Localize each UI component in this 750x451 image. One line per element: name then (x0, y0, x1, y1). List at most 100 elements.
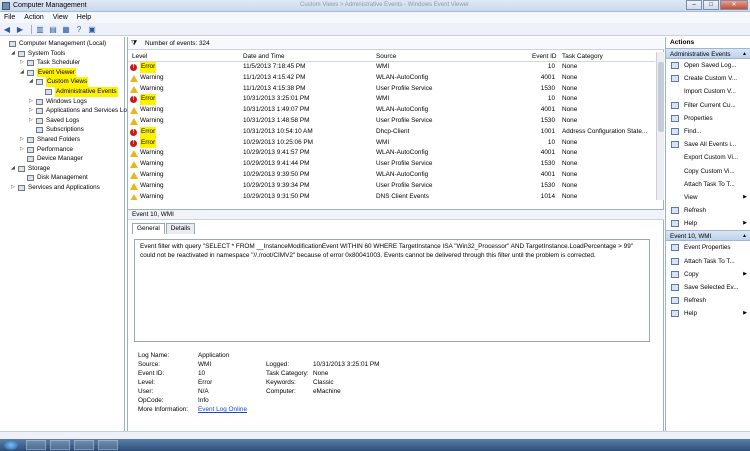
action-item[interactable]: Help ▶ (666, 217, 750, 230)
event-row[interactable]: Warning 10/29/2013 9:41:44 PM User Profile… (128, 159, 655, 170)
action-item[interactable]: Help ▶ (666, 307, 750, 320)
menu-file[interactable]: File (4, 12, 15, 23)
expand-arrow-icon[interactable]: ▷ (29, 106, 33, 116)
event-row[interactable]: Warning 11/1/2013 4:15:42 PM WLAN-AutoConf… (128, 73, 655, 84)
tree-node[interactable]: ◢ System Tools (0, 49, 124, 59)
expand-arrow-icon[interactable]: ▷ (20, 145, 24, 155)
action-pane-icon[interactable]: ▣ (87, 24, 97, 34)
forward-icon[interactable]: ▶ (15, 24, 25, 34)
action-item[interactable]: Refresh (666, 204, 750, 217)
action-item[interactable]: Open Saved Log... (666, 59, 750, 72)
action-item[interactable]: Event Properties (666, 241, 750, 254)
expand-arrow-icon[interactable]: ▷ (20, 135, 24, 145)
action-item[interactable]: Import Custom V... (666, 85, 750, 98)
tree-node[interactable]: ▷ Performance (0, 145, 124, 155)
show-hide-tree-icon[interactable]: ▤ (48, 24, 58, 34)
action-item[interactable]: View ▶ (666, 191, 750, 204)
action-item[interactable]: Create Custom V... (666, 72, 750, 85)
event-row[interactable]: Warning 10/31/2013 1:48:58 PM User Profile… (128, 116, 655, 127)
actions-section-event[interactable]: Event 10, WMI ▲ (666, 230, 750, 242)
maximize-button[interactable]: □ (703, 0, 719, 10)
help-icon[interactable]: ? (74, 24, 84, 34)
action-item[interactable]: Copy Custom Vi... (666, 165, 750, 178)
start-button[interactable] (4, 440, 18, 450)
event-row[interactable]: ! Error 11/5/2013 7:18:45 PM WMI 10 None (128, 62, 655, 73)
action-item[interactable]: Refresh (666, 294, 750, 307)
taskbar-item[interactable] (50, 440, 70, 450)
back-icon[interactable]: ◀ (2, 24, 12, 34)
action-item[interactable]: Properties (666, 112, 750, 125)
tree-node[interactable]: ▷ Applications and Services Logs (0, 106, 134, 116)
action-item[interactable]: Find... (666, 125, 750, 138)
action-item[interactable]: Export Custom Vi... (666, 151, 750, 164)
event-row[interactable]: Warning 10/31/2013 1:49:07 PM WLAN-AutoCon… (128, 105, 655, 116)
col-level[interactable]: Level (132, 53, 147, 60)
menu-view[interactable]: View (53, 12, 68, 23)
taskbar-item[interactable] (26, 440, 46, 450)
expand-arrow-icon[interactable]: ◢ (11, 164, 15, 174)
taskbar-item[interactable] (74, 440, 94, 450)
action-item[interactable]: Save Selected Ev... (666, 281, 750, 294)
up-icon[interactable]: ▥ (35, 24, 45, 34)
event-row[interactable]: Warning 10/29/2013 9:39:50 PM WLAN-AutoCon… (128, 170, 655, 181)
action-item[interactable]: Copy ▶ (666, 268, 750, 281)
warning-icon (130, 74, 138, 82)
scrollbar-thumb[interactable] (658, 62, 664, 132)
event-row[interactable]: Warning 11/1/2013 4:15:38 PM User Profile … (128, 84, 655, 95)
col-source[interactable]: Source (376, 53, 396, 60)
window-title: Computer Management (13, 2, 87, 9)
expand-arrow-icon[interactable]: ◢ (20, 68, 24, 78)
tree-node[interactable]: ▷ Shared Folders (0, 135, 124, 145)
action-item[interactable]: Attach Task To T... (666, 178, 750, 191)
tree-node[interactable]: ▷ Services and Applications (0, 183, 124, 193)
event-row[interactable]: ! Error 10/31/2013 3:25:01 PM WMI 10 None (128, 94, 655, 106)
tree-node[interactable]: ◢ Storage (0, 164, 124, 174)
minimize-button[interactable]: – (686, 0, 702, 10)
tab-general[interactable]: General (132, 223, 165, 234)
col-date[interactable]: Date and Time (243, 53, 285, 60)
event-row[interactable]: Warning 10/29/2013 9:31:50 PM DNS Client E… (128, 192, 655, 200)
expand-arrow-icon[interactable]: ▷ (11, 183, 15, 193)
tab-details[interactable]: Details (165, 223, 196, 234)
tree-node[interactable]: Subscriptions (0, 125, 124, 135)
menu-help[interactable]: Help (77, 12, 91, 23)
expand-arrow-icon[interactable]: ▷ (29, 97, 33, 107)
event-row[interactable]: ! Error 10/29/2013 10:25:06 PM WMI 10 None (128, 137, 655, 149)
expand-arrow-icon[interactable]: ▷ (29, 116, 33, 126)
action-item[interactable]: Filter Current Cu... (666, 99, 750, 112)
expand-arrow-icon[interactable]: ◢ (29, 77, 33, 87)
tree-node[interactable]: ▷ Windows Logs (0, 97, 124, 107)
tree-node[interactable]: ◢ Event Viewer (0, 67, 124, 78)
tree-node-icon (27, 136, 34, 143)
event-row[interactable]: Warning 10/29/2013 9:39:34 PM User Profile… (128, 181, 655, 192)
event-row[interactable]: ! Error 10/31/2013 10:54:10 AM Dhcp-Client 1… (128, 126, 655, 138)
events-scrollbar[interactable] (656, 52, 664, 200)
tree-node[interactable]: ▷ Saved Logs (0, 116, 124, 126)
event-row[interactable]: Warning 10/29/2013 9:41:57 PM WLAN-AutoCon… (128, 148, 655, 159)
tree-node[interactable]: Disk Management (0, 173, 124, 183)
menu-action[interactable]: Action (24, 12, 43, 23)
properties-icon[interactable]: ▦ (61, 24, 71, 34)
tree-node-icon (36, 98, 43, 105)
action-item[interactable]: Save All Events i... (666, 138, 750, 151)
warning-icon (130, 107, 138, 115)
prop-computer: eMachine (313, 388, 341, 395)
tree-node[interactable]: Administrative Events (0, 86, 124, 97)
tree-node-icon (27, 69, 34, 76)
tree-node[interactable]: Device Manager (0, 154, 124, 164)
tree-node-label: Administrative Events (55, 86, 118, 97)
close-button[interactable]: ✕ (720, 0, 748, 10)
tree-node[interactable]: ◢ Custom Views (0, 77, 124, 87)
tree-node[interactable]: ▷ Task Scheduler (0, 58, 124, 68)
taskbar-item[interactable] (98, 440, 118, 450)
actions-section-administrative-events[interactable]: Administrative Events ▲ (666, 48, 750, 59)
expand-arrow-icon[interactable]: ◢ (11, 49, 15, 59)
action-item[interactable]: Attach Task To T... (666, 255, 750, 268)
event-id: 10 (547, 63, 555, 70)
col-event-id[interactable]: Event ID (532, 53, 557, 60)
event-task: None (562, 84, 578, 92)
tree-node[interactable]: Computer Management (Local) (0, 39, 124, 49)
event-log-online-link[interactable]: Event Log Online (198, 406, 247, 413)
col-task-category[interactable]: Task Category (562, 53, 603, 60)
expand-arrow-icon[interactable]: ▷ (20, 58, 24, 68)
